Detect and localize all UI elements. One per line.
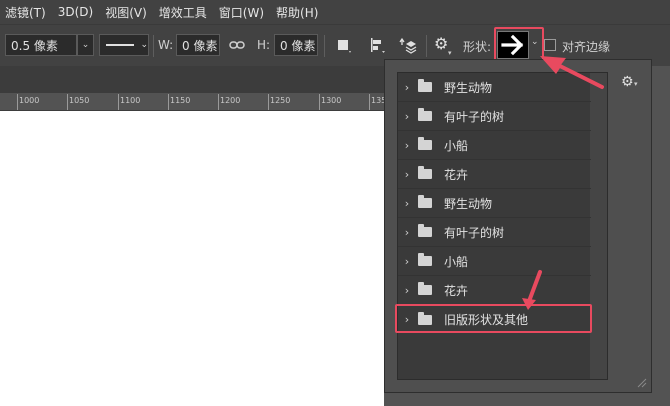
annotation-arrows	[522, 56, 604, 310]
annotation-arrow-icon	[522, 298, 536, 310]
